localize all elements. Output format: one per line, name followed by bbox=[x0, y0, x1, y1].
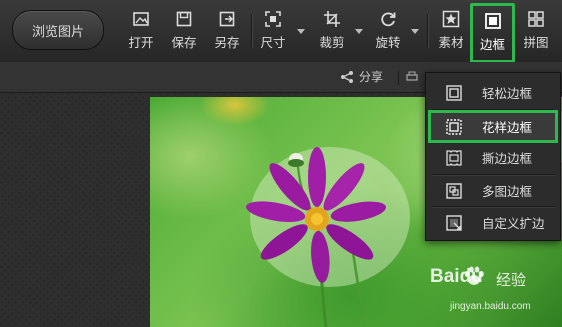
border-dropdown-menu: 轻松边框 花样边框 撕边边框 多图边框 自定义扩边 bbox=[425, 72, 561, 241]
grid-collage-icon bbox=[528, 11, 544, 27]
menu-item-label: 轻松边框 bbox=[482, 86, 533, 101]
watermark-url: jingyan.baidu.com bbox=[450, 301, 531, 312]
collage-label: 拼图 bbox=[523, 35, 549, 50]
size-label: 尺寸 bbox=[260, 35, 286, 50]
menu-item-custom-expand[interactable]: 自定义扩边 bbox=[428, 207, 558, 238]
save-label: 保存 bbox=[171, 35, 197, 50]
menu-item-pattern-frame[interactable]: 花样边框 bbox=[428, 110, 558, 143]
material-button[interactable]: 素材 bbox=[437, 8, 465, 56]
toolbar-divider bbox=[427, 14, 428, 48]
custom-expand-icon bbox=[446, 214, 462, 231]
rotate-label: 旋转 bbox=[375, 35, 401, 50]
open-button[interactable]: 打开 bbox=[127, 8, 155, 56]
pattern-frame-icon bbox=[446, 118, 462, 135]
rotate-icon bbox=[381, 12, 396, 27]
rotate-dropdown-caret[interactable] bbox=[411, 29, 419, 34]
simple-frame-icon bbox=[446, 84, 462, 101]
border-label: 边框 bbox=[479, 37, 505, 52]
crop-dropdown-caret[interactable] bbox=[355, 29, 363, 34]
share-icon bbox=[341, 70, 353, 83]
menu-item-torn-frame[interactable]: 撕边边框 bbox=[428, 142, 558, 173]
share-label: 分享 bbox=[359, 70, 384, 84]
menu-item-simple-frame[interactable]: 轻松边框 bbox=[428, 77, 558, 108]
size-button[interactable]: 尺寸 bbox=[259, 8, 287, 56]
subbar-divider bbox=[398, 71, 399, 85]
size-dropdown-caret[interactable] bbox=[297, 29, 305, 34]
browse-images-button[interactable]: 浏览图片 bbox=[12, 10, 104, 50]
menu-item-label: 多图边框 bbox=[482, 184, 533, 199]
save-icon bbox=[176, 11, 192, 27]
menu-item-label: 撕边边框 bbox=[482, 151, 533, 166]
border-button[interactable]: 边框 bbox=[470, 3, 515, 63]
material-label: 素材 bbox=[438, 35, 464, 50]
frame-icon bbox=[484, 13, 501, 29]
share-button[interactable]: 分享 bbox=[340, 68, 383, 85]
crop-label: 裁剪 bbox=[319, 35, 345, 50]
print-icon[interactable] bbox=[406, 71, 418, 83]
resize-icon bbox=[265, 11, 281, 27]
baidu-jingyan-watermark: Baidu 经验 jingyan.baidu.com bbox=[430, 262, 560, 322]
save-as-button[interactable]: 另存 bbox=[213, 8, 241, 56]
toolbar-divider bbox=[251, 14, 252, 48]
crop-icon bbox=[324, 11, 340, 27]
crop-button[interactable]: 裁剪 bbox=[318, 8, 346, 56]
open-label: 打开 bbox=[128, 35, 154, 50]
rotate-button[interactable]: 旋转 bbox=[374, 8, 402, 56]
jingyan-text: 经验 bbox=[496, 271, 527, 289]
open-image-icon bbox=[133, 12, 149, 26]
multi-frame-icon bbox=[446, 182, 462, 199]
torn-frame-icon bbox=[446, 149, 462, 166]
save-as-icon bbox=[219, 11, 235, 27]
menu-item-label: 自定义扩边 bbox=[482, 216, 545, 231]
menu-item-label: 花样边框 bbox=[482, 120, 533, 135]
menu-item-multi-frame[interactable]: 多图边框 bbox=[428, 175, 558, 206]
save-as-label: 另存 bbox=[214, 35, 240, 50]
main-toolbar: 浏览图片 打开 保存 另存 尺寸 裁剪 旋转 素材 边框 拼图 bbox=[0, 0, 562, 63]
save-button[interactable]: 保存 bbox=[170, 8, 198, 56]
paw-icon bbox=[464, 266, 484, 285]
star-sticker-icon bbox=[442, 10, 460, 28]
collage-button[interactable]: 拼图 bbox=[522, 8, 550, 56]
